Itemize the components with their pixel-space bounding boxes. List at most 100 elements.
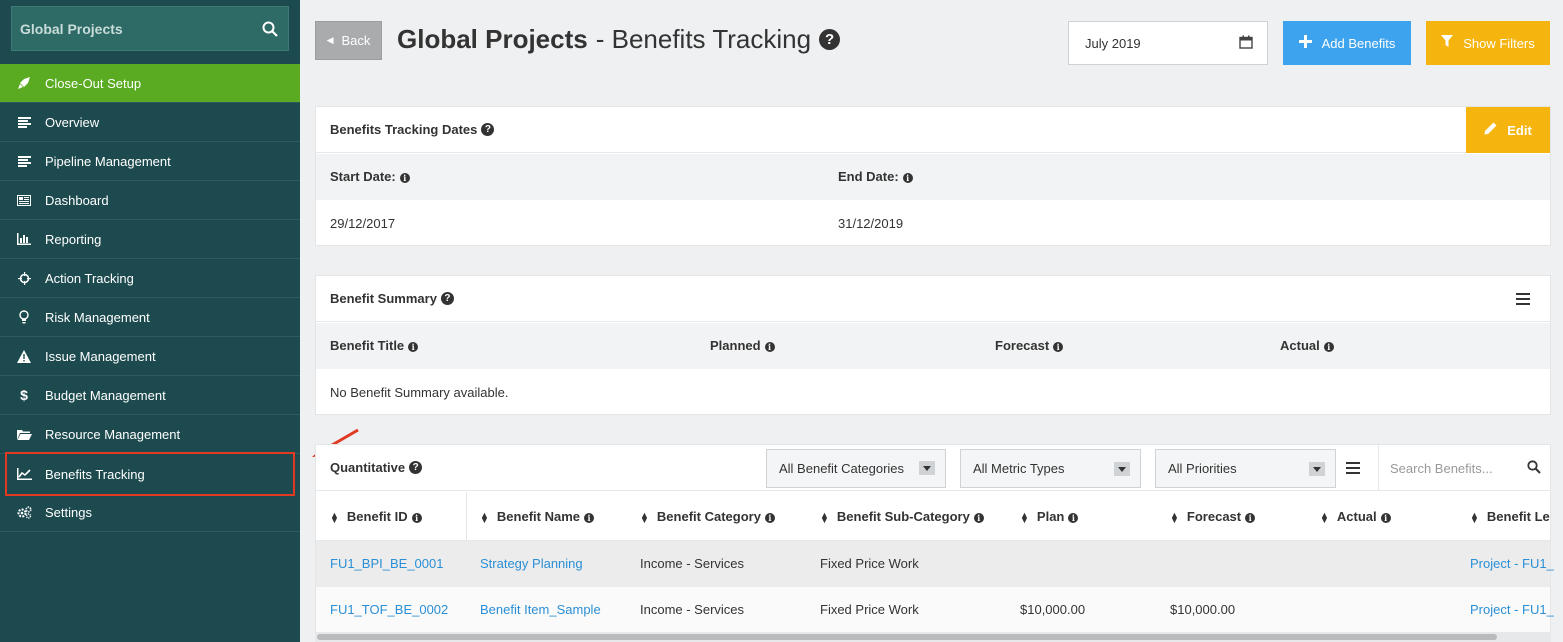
sidebar-item-settings[interactable]: Settings (0, 493, 300, 532)
col-planned-text: Planned (710, 338, 761, 353)
priority-filter-select[interactable]: All Priorities (1155, 449, 1336, 488)
sidebar-item-label: Settings (45, 504, 92, 520)
sidebar: Global Projects Close-Out Setup Overview… (0, 0, 300, 642)
sidebar-search[interactable]: Global Projects (11, 6, 289, 51)
col-benefit-sub-category[interactable]: ▲ ▼ Benefit Sub-Category i (820, 509, 984, 524)
horizontal-scrollbar[interactable] (315, 632, 1551, 642)
lightbulb-icon (16, 309, 32, 325)
sort-icon: ▲ ▼ (820, 509, 829, 525)
benefit-name-link[interactable]: Benefit Item_Sample (480, 602, 601, 617)
search-icon[interactable] (1527, 459, 1541, 477)
summary-panel-title: Benefit Summary (330, 291, 437, 306)
help-icon[interactable]: ? (409, 461, 423, 474)
col-benefit-id[interactable]: ▲ ▼ Benefit ID i (330, 509, 422, 524)
sidebar-item-label: Risk Management (45, 309, 150, 325)
month-picker-value: July 2019 (1085, 35, 1141, 51)
scrollbar-thumb[interactable] (317, 634, 1497, 640)
list-icon (16, 153, 32, 169)
sidebar-item-action-tracking[interactable]: Action Tracking (0, 259, 300, 298)
benefit-level-link[interactable]: Project - FU1_ (1470, 556, 1554, 571)
metric-type-filter-select[interactable]: All Metric Types (960, 449, 1141, 488)
menu-icon[interactable] (1516, 293, 1530, 305)
benefit-id-link[interactable]: FU1_BPI_BE_0001 (330, 556, 443, 571)
search-benefits-input[interactable]: Search Benefits... (1378, 445, 1551, 491)
rocket-icon (16, 75, 32, 91)
add-benefits-button[interactable]: Add Benefits (1283, 21, 1411, 65)
summary-header-row: Benefit Title i Planned i Forecast i Actual… (316, 323, 1550, 369)
col-actual-text: Actual (1336, 509, 1377, 524)
start-date-label-text: Start Date: (330, 169, 396, 184)
search-icon[interactable] (260, 19, 280, 39)
edit-label: Edit (1507, 122, 1532, 138)
sidebar-item-reporting[interactable]: Reporting (0, 220, 300, 259)
priority-filter-value: All Priorities (1168, 461, 1237, 476)
category-filter-select[interactable]: All Benefit Categories (766, 449, 946, 488)
month-picker[interactable]: July 2019 (1068, 21, 1268, 65)
col-benefit-category[interactable]: ▲ ▼ Benefit Category i (640, 509, 775, 524)
add-benefits-label: Add Benefits (1321, 35, 1396, 51)
sidebar-item-issue-management[interactable]: Issue Management (0, 337, 300, 376)
back-button[interactable]: ◀ Back (315, 21, 382, 60)
info-icon: i (902, 173, 913, 183)
warning-icon (16, 348, 32, 364)
gears-icon (16, 504, 32, 520)
col-actual[interactable]: ▲ ▼ Actual i (1320, 509, 1391, 524)
benefit-category: Income - Services (640, 556, 745, 571)
col-benefit-name-text: Benefit Name (496, 509, 580, 524)
col-benefit-sub-category-text: Benefit Sub-Category (836, 509, 970, 524)
menu-icon[interactable] (1346, 462, 1360, 474)
pencil-icon (1484, 122, 1497, 138)
benefit-name-link[interactable]: Strategy Planning (480, 556, 583, 571)
info-icon: i (764, 342, 775, 352)
sort-icon: ▲ ▼ (1020, 509, 1029, 525)
info-icon: i (973, 513, 984, 523)
benefit-sub-category: Fixed Price Work (820, 556, 919, 571)
filter-icon (1441, 35, 1454, 51)
col-forecast[interactable]: ▲ ▼ Forecast i (1170, 509, 1256, 525)
sidebar-item-close-out-setup[interactable]: Close-Out Setup (0, 64, 300, 103)
sidebar-item-label: Action Tracking (45, 270, 134, 286)
summary-panel-header: Benefit Summary ? (316, 276, 1550, 322)
info-icon: i (764, 513, 775, 523)
start-date-value: 29/12/2017 (330, 216, 396, 231)
sidebar-nav: Close-Out Setup Overview Pipeline Manage… (0, 64, 300, 532)
help-icon[interactable]: ? (440, 292, 454, 305)
folder-icon (16, 426, 32, 442)
help-icon[interactable]: ? (819, 29, 841, 50)
sort-icon: ▲ ▼ (330, 509, 339, 525)
col-benefit-title-text: Benefit Title (330, 338, 405, 353)
sidebar-title: Global Projects (20, 20, 123, 37)
sidebar-item-risk-management[interactable]: Risk Management (0, 298, 300, 337)
sidebar-item-resource-management[interactable]: Resource Management (0, 415, 300, 454)
benefit-level-link[interactable]: Project - FU1_ (1470, 602, 1554, 617)
summary-panel: Benefit Summary ? Benefit Title i Planned… (315, 275, 1551, 415)
sidebar-item-label: Budget Management (45, 387, 166, 403)
calendar-icon[interactable] (1239, 35, 1253, 52)
sort-icon: ▲ ▼ (1170, 509, 1179, 525)
benefit-forecast: $10,000.00 (1170, 602, 1236, 617)
sidebar-item-label: Issue Management (45, 348, 156, 364)
edit-button[interactable]: Edit (1466, 107, 1550, 153)
col-forecast-text: Forecast (1186, 509, 1242, 524)
benefit-sub-category: Fixed Price Work (820, 602, 919, 617)
col-benefit-name[interactable]: ▲ ▼ Benefit Name i (480, 509, 594, 524)
sidebar-item-benefits-tracking[interactable]: Benefits Tracking (5, 452, 295, 496)
caret-left-icon: ◀ (326, 35, 334, 45)
col-benefit-level[interactable]: ▲ ▼ Benefit Le (1470, 509, 1550, 524)
sidebar-item-dashboard[interactable]: Dashboard (0, 181, 300, 220)
col-benefit-category-text: Benefit Category (656, 509, 761, 524)
sidebar-item-budget-management[interactable]: $ Budget Management (0, 376, 300, 415)
caret-down-icon (1309, 462, 1325, 476)
sidebar-item-pipeline-management[interactable]: Pipeline Management (0, 142, 300, 181)
quantitative-panel-header: Quantitative ? All Benefit Categories Al… (316, 445, 1550, 491)
caret-down-icon (1114, 462, 1130, 476)
info-icon: i (411, 513, 422, 523)
benefit-id-link[interactable]: FU1_TOF_BE_0002 (330, 602, 448, 617)
col-actual-text: Actual (1280, 338, 1320, 353)
show-filters-button[interactable]: Show Filters (1426, 21, 1550, 65)
line-chart-icon (16, 466, 32, 482)
sidebar-item-overview[interactable]: Overview (0, 103, 300, 142)
dates-panel-title: Benefits Tracking Dates (330, 122, 478, 137)
col-plan[interactable]: ▲ ▼ Plan i (1020, 509, 1079, 525)
help-icon[interactable]: ? (481, 123, 495, 136)
